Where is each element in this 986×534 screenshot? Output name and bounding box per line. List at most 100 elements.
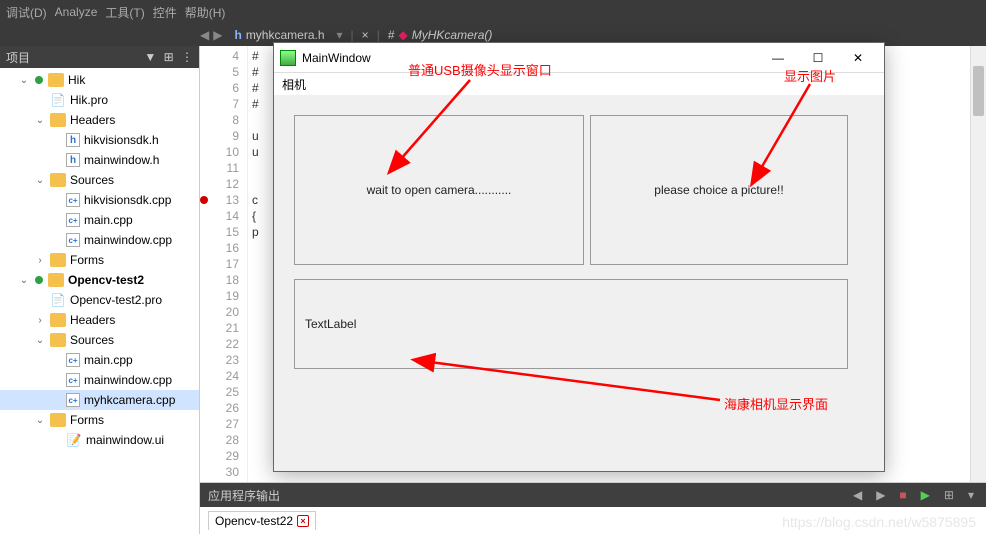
split-icon[interactable]: ⊞ [164, 50, 174, 64]
project-sidebar: 项目 ▼ ⊞ ⋮ ⌄ Hik Hik.pro ⌄Headers hikvisionsdk… [0, 46, 200, 534]
tree-item[interactable]: hikvisionsdk.h [0, 130, 199, 150]
usb-panel-text: wait to open camera........... [367, 183, 512, 197]
h-file-icon: h [234, 28, 241, 42]
tree-item[interactable]: ⌄ Hik [0, 70, 199, 90]
menu-debug[interactable]: 调试(D) [6, 4, 47, 21]
line-number: 26 [202, 400, 239, 416]
twisty-icon[interactable]: ⌄ [34, 115, 46, 126]
output-settings-icon[interactable]: ▾ [964, 488, 978, 502]
tree-item[interactable]: main.cpp [0, 350, 199, 370]
pro-icon [50, 292, 66, 308]
tree-item-label: Hik [68, 73, 85, 87]
line-number: 7 [202, 96, 239, 112]
sidebar-header: 项目 ▼ ⊞ ⋮ [0, 46, 199, 68]
tree-item[interactable]: Hik.pro [0, 90, 199, 110]
line-number: 6 [202, 80, 239, 96]
tree-item[interactable]: ⌄Sources [0, 330, 199, 350]
output-stop-icon[interactable]: ■ [895, 488, 910, 502]
line-number: 22 [202, 336, 239, 352]
twisty-icon[interactable]: › [34, 255, 46, 266]
window-menubar: 相机 [274, 73, 884, 95]
tab-label: myhkcamera.h [246, 28, 325, 42]
sidebar-title: 项目 [6, 49, 30, 66]
preview-window: MainWindow — ☐ ✕ 相机 wait to open camera.… [273, 42, 885, 472]
tree-item-label: mainwindow.ui [86, 433, 164, 447]
line-number: 30 [202, 464, 239, 480]
top-toolbar: 调试(D) Analyze 工具(T) 控件 帮助(H) [0, 0, 986, 24]
separator: | [347, 28, 358, 42]
twisty-icon[interactable]: ⌄ [34, 415, 46, 426]
tree-item[interactable]: mainwindow.ui [0, 430, 199, 450]
hash-icon: # [388, 28, 395, 42]
tree-item-label: myhkcamera.cpp [84, 393, 175, 407]
tree-item-label: hikvisionsdk.cpp [84, 193, 171, 207]
tree-item[interactable]: ⌄Headers [0, 110, 199, 130]
cpp-icon [66, 233, 80, 247]
line-number: 4 [202, 48, 239, 64]
cpp-icon [66, 213, 80, 227]
tree-item[interactable]: Opencv-test2.pro [0, 290, 199, 310]
tree-item[interactable]: mainwindow.cpp [0, 370, 199, 390]
tree-item[interactable]: hikvisionsdk.cpp [0, 190, 199, 210]
tree-item[interactable]: myhkcamera.cpp [0, 390, 199, 410]
output-prev-icon[interactable]: ◀ [849, 488, 866, 502]
tree-item[interactable]: ⌄Forms [0, 410, 199, 430]
line-number: 15 [202, 224, 239, 240]
tree-item[interactable]: ⌄Opencv-test2 [0, 270, 199, 290]
cpp-icon [66, 393, 80, 407]
yfolder-icon [48, 73, 64, 87]
twisty-icon[interactable]: ⌄ [34, 335, 46, 346]
close-button[interactable]: ✕ [838, 44, 878, 72]
yfolder-icon [50, 113, 66, 127]
tree-item-label: Hik.pro [70, 93, 108, 107]
scrollbar-thumb[interactable] [973, 66, 984, 116]
output-run-icon[interactable]: ▶ [917, 488, 934, 502]
hik-camera-panel: TextLabel [294, 279, 848, 369]
window-titlebar[interactable]: MainWindow — ☐ ✕ [274, 43, 884, 73]
minimize-button[interactable]: — [758, 44, 798, 72]
tree-item[interactable]: ›Forms [0, 250, 199, 270]
line-number: 23 [202, 352, 239, 368]
yfolder-icon [48, 273, 64, 287]
twisty-icon[interactable]: › [34, 315, 46, 326]
bookmark-icon[interactable]: ◆ [399, 28, 408, 42]
tree-item[interactable]: ⌄ Sources [0, 170, 199, 190]
twisty-icon[interactable]: ⌄ [34, 175, 46, 186]
dropdown-icon[interactable]: ▾ [337, 28, 343, 42]
output-next-icon[interactable]: ▶ [872, 488, 889, 502]
twisty-icon[interactable]: ⌄ [18, 75, 30, 86]
output-tab[interactable]: Opencv-test22 × [208, 511, 316, 530]
tree-item[interactable]: ›Headers [0, 310, 199, 330]
menu-tools[interactable]: 工具(T) [105, 4, 144, 21]
pro-icon [50, 92, 66, 108]
tree-item[interactable]: mainwindow.h [0, 150, 199, 170]
nav-back-icon[interactable]: ◀ [200, 28, 209, 42]
yfolder-icon [50, 333, 66, 347]
output-header: 应用程序输出 ◀ ▶ ■ ▶ ⊞ ▾ [200, 483, 986, 507]
tree-item[interactable]: mainwindow.cpp [0, 230, 199, 250]
close-output-tab-icon[interactable]: × [297, 515, 309, 527]
cpp-icon [66, 193, 80, 207]
more-icon[interactable]: ⋮ [181, 50, 193, 64]
nav-fwd-icon[interactable]: ▶ [213, 28, 222, 42]
tree-item-label: Sources [70, 173, 114, 187]
menu-camera[interactable]: 相机 [282, 76, 306, 93]
filter-icon[interactable]: ▼ [144, 50, 156, 64]
current-function[interactable]: MyHKcamera() [412, 28, 493, 42]
usb-camera-panel: wait to open camera........... [294, 115, 584, 265]
tree-item-label: hikvisionsdk.h [84, 133, 159, 147]
close-tab-icon[interactable]: × [362, 28, 369, 42]
menu-help[interactable]: 帮助(H) [185, 4, 226, 21]
menu-analyze[interactable]: Analyze [55, 5, 98, 19]
tree-item[interactable]: main.cpp [0, 210, 199, 230]
run-target-icon [34, 275, 44, 285]
output-more-icon[interactable]: ⊞ [940, 488, 958, 502]
menu-widgets[interactable]: 控件 [153, 4, 177, 21]
line-number: 24 [202, 368, 239, 384]
maximize-button[interactable]: ☐ [798, 44, 838, 72]
project-tree[interactable]: ⌄ Hik Hik.pro ⌄Headers hikvisionsdk.h mainwin… [0, 68, 199, 534]
vertical-scrollbar[interactable] [970, 46, 986, 534]
output-panel: 应用程序输出 ◀ ▶ ■ ▶ ⊞ ▾ Opencv-test22 × [200, 482, 986, 534]
yfolder-icon [50, 173, 66, 187]
twisty-icon[interactable]: ⌄ [18, 275, 30, 286]
